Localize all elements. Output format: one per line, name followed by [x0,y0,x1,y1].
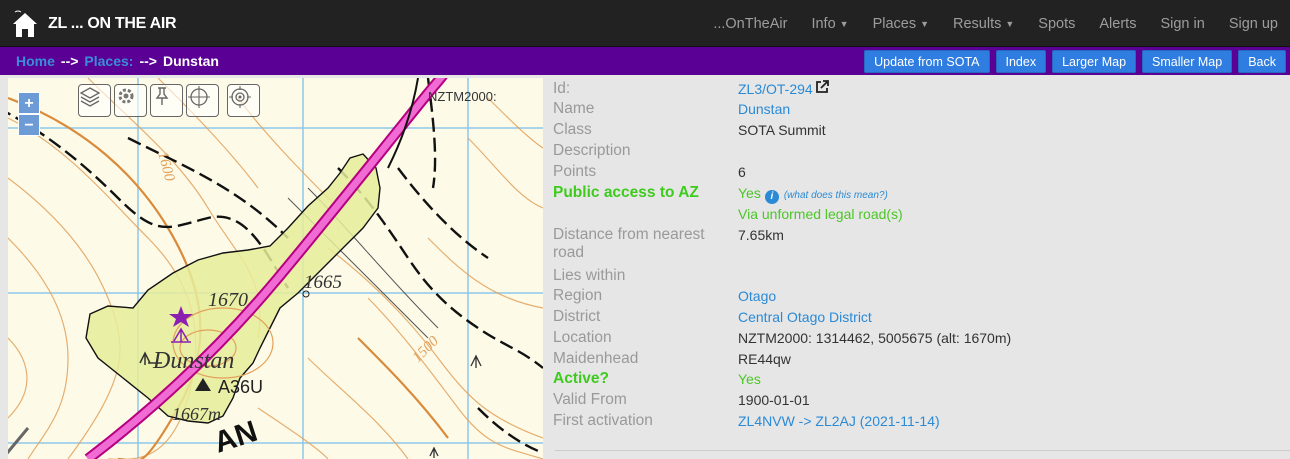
divider [555,450,1290,451]
what-does-this-mean-link[interactable]: (what does this mean?) [784,190,888,201]
maidenhead-value: RE44qw [738,351,791,367]
trig-label: A36U [218,377,263,397]
name-label: Name [553,100,595,117]
location-value: NZTM2000: 1314462, 5005675 (alt: 1670m) [738,330,1012,346]
id-value[interactable]: ZL3/OT-294 [738,80,829,98]
target-tool[interactable] [227,84,260,117]
valid-from-label: Valid From [553,391,627,408]
larger-map-button[interactable]: Larger Map [1052,50,1137,73]
place-label-dunstan: Dunstan [152,348,234,374]
valid-from-value: 1900-01-01 [738,392,810,408]
target-icon [229,86,251,108]
class-label: Class [553,121,592,138]
zoom-out-button[interactable]: − [18,114,40,136]
pin-tool[interactable] [150,84,183,117]
region-label: Region [553,287,603,304]
nav-info[interactable]: Info ▼ [799,16,860,32]
description-label: Description [553,142,631,159]
points-value: 6 [738,164,746,180]
name-value[interactable]: Dunstan [738,100,790,118]
points-label: Points [553,163,597,180]
breadcrumb-current: Dunstan [162,53,219,69]
public-access-note: Via unformed legal road(s) [738,206,903,222]
crosshair-icon [188,86,210,108]
region-value[interactable]: Otago [738,287,776,305]
location-label: Location [553,329,612,346]
caret-down-icon: ▼ [920,18,930,29]
public-access-value: Yes i (what does this mean?) [738,185,888,204]
contour-label-1670: 1670 [208,289,248,311]
map-canvas[interactable]: 1600 1665 1670 1500 Dunstan A36U 1667m A… [8,78,543,459]
index-button[interactable]: Index [995,50,1047,73]
id-label: Id: [553,80,571,97]
top-navbar: ZL ... ON THE AIR ...OnTheAir Info ▼ Plac… [0,0,1290,47]
first-activation-label: First activation [553,412,653,429]
brand-title: ZL ... ON THE AIR [48,14,177,32]
back-button[interactable]: Back [1238,50,1286,73]
locate-tool[interactable] [186,84,219,117]
zoom-control: + − [18,92,40,136]
nav-links: ...OnTheAir Info ▼ Places ▼ Results ▼ Spots… [701,0,1290,47]
contour-label-1500: 1500 [410,333,443,366]
contour-label-1665: 1665 [304,272,342,293]
zoom-in-button[interactable]: + [18,92,40,114]
breadcrumb-home[interactable]: Home [16,53,55,69]
active-label: Active? [553,370,609,387]
class-value: SOTA Summit [738,122,826,138]
nav-places[interactable]: Places ▼ [861,16,941,32]
breadcrumb-arrow: --> [60,53,79,69]
info-icon[interactable]: i [764,190,779,204]
maidenhead-label: Maidenhead [553,350,639,367]
breadcrumb-bar: Home --> Places: --> Dunstan Update from… [0,47,1290,75]
action-buttons: Update from SOTA Index Larger Map Smalle… [864,50,1286,73]
caret-down-icon: ▼ [1005,18,1015,29]
first-activation-value[interactable]: ZL4NVW -> ZL2AJ (2021-11-14) [738,412,940,430]
nav-sign-up[interactable]: Sign up [1217,16,1290,32]
settings-tool[interactable] [114,84,147,117]
house-icon [13,10,37,37]
nav-results[interactable]: Results ▼ [941,16,1026,32]
breadcrumb: Home --> Places: --> Dunstan [16,47,219,75]
lies-within-label: Lies within [553,267,626,284]
public-access-label: Public access to AZ [553,184,699,201]
distance-value: 7.65km [738,227,784,243]
topo-map[interactable]: 1600 1665 1670 1500 Dunstan A36U 1667m A… [8,78,543,459]
brand[interactable]: ZL ... ON THE AIR [12,0,177,47]
active-value: Yes [738,371,761,387]
crs-label: NZTM2000: [428,89,497,104]
layers-tool[interactable] [78,84,111,117]
caret-down-icon: ▼ [839,18,849,29]
external-link-icon [815,80,829,93]
district-value[interactable]: Central Otago District [738,308,872,326]
nav-spots[interactable]: Spots [1026,16,1087,32]
pin-icon [155,87,169,105]
breadcrumb-places[interactable]: Places: [84,53,133,69]
nav-alerts[interactable]: Alerts [1087,16,1148,32]
nav-sign-in[interactable]: Sign in [1148,16,1216,32]
distance-label: Distance from nearest road [553,226,705,261]
nav-ontheair[interactable]: ...OnTheAir [701,16,799,32]
spot-height-label: 1667m [172,404,221,424]
gear-icon [118,88,134,104]
smaller-map-button[interactable]: Smaller Map [1142,50,1233,73]
contour-label-1600: 1600 [154,150,177,184]
breadcrumb-arrow: --> [139,53,157,69]
district-label: District [553,308,601,325]
update-from-sota-button[interactable]: Update from SOTA [864,50,990,73]
layers-icon [79,87,101,107]
